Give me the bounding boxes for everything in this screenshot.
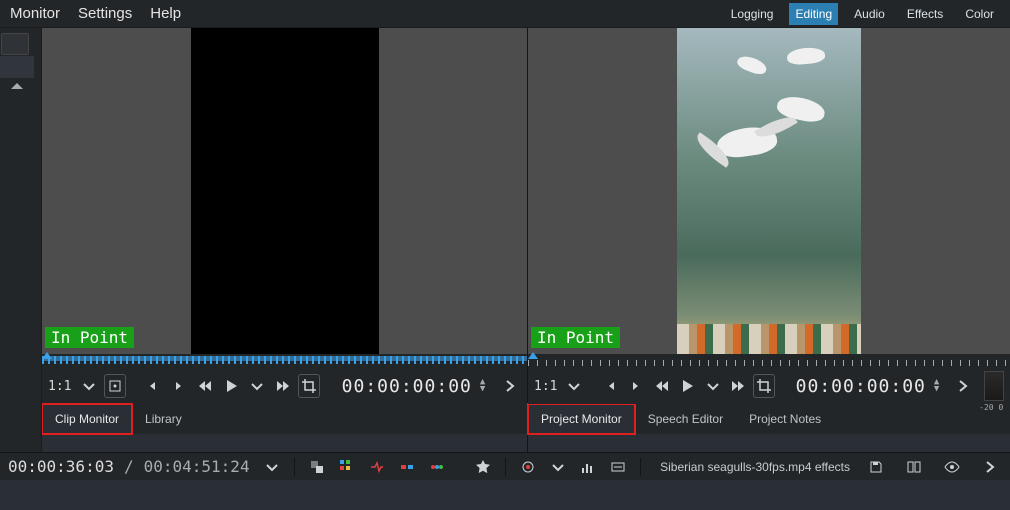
insert-mode-button[interactable] [365, 455, 389, 479]
audio-meter[interactable] [984, 371, 1004, 401]
project-monitor-viewer[interactable]: In Point [528, 28, 1010, 354]
project-crop-button[interactable] [753, 374, 775, 398]
record-button[interactable] [516, 455, 540, 479]
save-effect-button[interactable] [864, 455, 888, 479]
timeline-sep: / [124, 457, 134, 476]
track-compositing-button[interactable] [305, 455, 329, 479]
mix-mode-button[interactable] [335, 455, 359, 479]
status-more-button[interactable] [978, 455, 1002, 479]
clip-zoom-label: 1:1 [48, 379, 71, 394]
workspace-tabs: Logging Editing Audio Effects Color [725, 3, 1000, 25]
project-playhead-icon[interactable] [528, 352, 538, 359]
separator [505, 458, 506, 476]
clip-play-button[interactable] [220, 374, 242, 398]
collapse-up-icon[interactable] [11, 83, 23, 89]
separator [294, 458, 295, 476]
gull-icon [786, 46, 825, 65]
clip-set-out-button[interactable] [167, 374, 189, 398]
sidebar-slot[interactable] [1, 33, 29, 55]
project-set-in-button[interactable] [600, 374, 621, 398]
project-zoom-label: 1:1 [534, 379, 557, 394]
clip-monitor-panel: In Point 1:1 00:00:00:00 ▲▼ Clip Monitor… [42, 28, 528, 452]
clip-more-button[interactable] [499, 374, 521, 398]
clip-safe-zone-button[interactable] [104, 374, 126, 398]
project-play-dropdown[interactable] [702, 374, 723, 398]
left-panel-tabs: Clip Monitor Library [42, 404, 527, 434]
clip-playhead-icon[interactable] [42, 352, 52, 359]
audio-levels-button[interactable] [576, 455, 600, 479]
favorite-button[interactable] [471, 455, 495, 479]
clip-frame [191, 28, 379, 354]
right-panel-tabs: Project Monitor Speech Editor Project No… [528, 404, 1010, 434]
project-in-point-badge: In Point [531, 327, 620, 348]
sidebar-slot-2[interactable] [0, 56, 34, 78]
menubar-left: Monitor Settings Help [10, 5, 181, 22]
project-monitor-transport: 1:1 00:00:00:00 ▲▼ [528, 368, 1010, 404]
project-timecode[interactable]: 00:00:00:00 [796, 376, 926, 397]
timeline-toolbar: 00:00:36:03 / 00:04:51:24 Siberian seagu… [0, 452, 1010, 480]
timeline-tools-group [305, 455, 495, 479]
clip-set-in-button[interactable] [141, 374, 163, 398]
split-view-button[interactable] [902, 455, 926, 479]
menu-settings[interactable]: Settings [78, 5, 132, 22]
project-more-button[interactable] [953, 374, 974, 398]
bin-sidebar [0, 28, 42, 452]
clip-play-dropdown[interactable] [246, 374, 268, 398]
workspace-editing[interactable]: Editing [789, 3, 838, 25]
clip-timecode-spinner[interactable]: ▲▼ [480, 379, 485, 393]
tab-clip-monitor[interactable]: Clip Monitor [42, 404, 132, 434]
project-monitor-panel: In Point 1:1 00:00:00:00 ▲▼ Project Moni… [528, 28, 1010, 452]
clip-in-point-badge: In Point [45, 327, 134, 348]
timeline-duration: 00:04:51:24 [144, 457, 250, 476]
overwrite-mode-button[interactable] [395, 455, 419, 479]
project-rewind-button[interactable] [651, 374, 672, 398]
record-dropdown[interactable] [546, 455, 570, 479]
workspace-audio[interactable]: Audio [848, 3, 891, 25]
main-area: In Point 1:1 00:00:00:00 ▲▼ Clip Monitor… [0, 28, 1010, 452]
clip-monitor-transport: 1:1 00:00:00:00 ▲▼ [42, 368, 527, 404]
project-zoom-dropdown[interactable] [563, 374, 584, 398]
clip-zoom-dropdown[interactable] [77, 374, 99, 398]
clip-timecode[interactable]: 00:00:00:00 [342, 376, 472, 397]
subtitle-button[interactable] [606, 455, 630, 479]
separator [640, 458, 641, 476]
project-monitor-ruler[interactable] [528, 354, 1010, 368]
workspace-logging[interactable]: Logging [725, 3, 780, 25]
tab-project-monitor[interactable]: Project Monitor [528, 404, 635, 434]
status-right: Siberian seagulls-30fps.mp4 effects [660, 455, 1002, 479]
workspace-effects[interactable]: Effects [901, 3, 949, 25]
clip-rewind-button[interactable] [194, 374, 216, 398]
gull-icon [736, 53, 769, 76]
tab-library[interactable]: Library [132, 404, 195, 434]
timeline-position[interactable]: 00:00:36:03 [8, 457, 114, 476]
effect-stack-label[interactable]: Siberian seagulls-30fps.mp4 effects [660, 460, 850, 474]
clip-forward-button[interactable] [272, 374, 294, 398]
project-set-out-button[interactable] [626, 374, 647, 398]
tab-project-notes[interactable]: Project Notes [736, 404, 834, 434]
workspace-color[interactable]: Color [959, 3, 1000, 25]
clip-monitor-viewer[interactable]: In Point [42, 28, 527, 354]
project-play-button[interactable] [677, 374, 698, 398]
project-timecode-spinner[interactable]: ▲▼ [934, 379, 939, 393]
menubar: Monitor Settings Help Logging Editing Au… [0, 0, 1010, 28]
project-forward-button[interactable] [728, 374, 749, 398]
tab-speech-editor[interactable]: Speech Editor [635, 404, 736, 434]
menu-help[interactable]: Help [150, 5, 181, 22]
boat-edge [677, 324, 861, 354]
visibility-button[interactable] [940, 455, 964, 479]
clip-crop-button[interactable] [298, 374, 320, 398]
menu-monitor[interactable]: Monitor [10, 5, 60, 22]
timeline-tags-button[interactable] [425, 455, 449, 479]
clip-monitor-ruler[interactable] [42, 354, 527, 368]
timeline-tools-group-2 [516, 455, 630, 479]
project-frame [677, 28, 861, 354]
timeline-duration-dropdown[interactable] [260, 455, 284, 479]
